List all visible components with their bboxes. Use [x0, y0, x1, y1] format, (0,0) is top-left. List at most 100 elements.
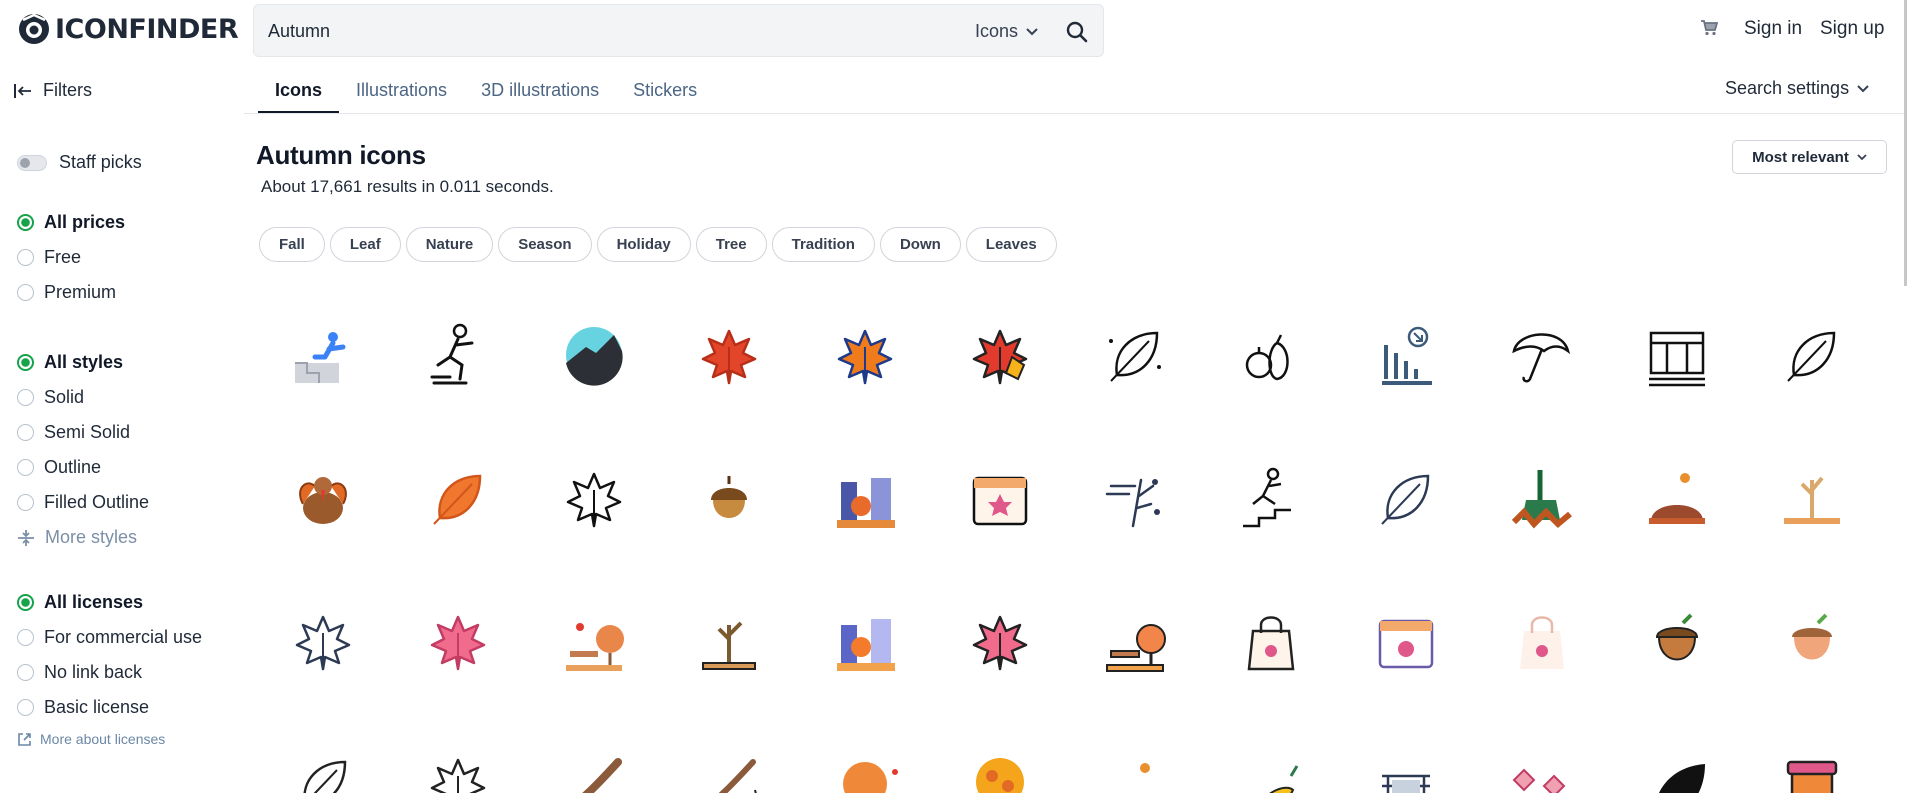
maple-outline-icon[interactable] — [420, 746, 496, 793]
hill-night-icon[interactable] — [556, 317, 632, 393]
bare-tree-ground-icon-artwork — [702, 621, 756, 670]
autumn-tree-icon-artwork — [976, 758, 1024, 793]
leaf-outline-icon[interactable] — [1774, 317, 1850, 393]
maple-leaf-outline-icon[interactable] — [556, 460, 632, 536]
search-input[interactable]: Autumn — [268, 21, 330, 42]
umbrella-rain-icon[interactable] — [1504, 317, 1580, 393]
slip-fall-icon[interactable] — [420, 317, 496, 393]
waterfall-trees-icon[interactable] — [1639, 317, 1715, 393]
search-box[interactable]: Autumn Icons — [253, 4, 1104, 57]
turkey-icon-artwork — [299, 477, 347, 524]
bridge-icon[interactable] — [1368, 746, 1444, 793]
maple-outline-icon-artwork — [430, 758, 486, 793]
maple-leaf-outline-icon-artwork — [566, 472, 622, 528]
tag-chip[interactable]: Tradition — [771, 227, 875, 262]
style-option-filled-outline[interactable]: Filled Outline — [17, 492, 149, 513]
red-maple-leaf-icon[interactable] — [691, 317, 767, 393]
autumn-calendar-icon[interactable] — [962, 460, 1038, 536]
sign-up-link[interactable]: Sign up — [1820, 18, 1884, 40]
tab-illustrations[interactable]: Illustrations — [339, 68, 464, 114]
leaf-pile-icon[interactable] — [1639, 460, 1715, 536]
orange-maple-leaf-icon[interactable] — [827, 317, 903, 393]
black-leaf-icon[interactable] — [1639, 746, 1715, 793]
tag-chip[interactable]: Leaves — [965, 227, 1057, 262]
park-bench-icon[interactable] — [556, 603, 632, 679]
tag-chip[interactable]: Holiday — [596, 227, 691, 262]
leaf-line-icon[interactable] — [1368, 460, 1444, 536]
calendar-leaf-icon[interactable] — [1368, 603, 1444, 679]
falling-stairs-icon[interactable] — [285, 317, 361, 393]
tag-chip[interactable]: Season — [498, 227, 592, 262]
search-type-dropdown[interactable]: Icons — [975, 21, 1038, 42]
search-type-label: Icons — [975, 21, 1019, 41]
windy-tree-icon[interactable] — [1097, 460, 1173, 536]
license-option-basic[interactable]: Basic license — [17, 697, 149, 718]
license-option-commercial[interactable]: For commercial use — [17, 627, 202, 648]
orange-leaf-icon[interactable] — [420, 460, 496, 536]
tab-icons[interactable]: Icons — [258, 68, 340, 114]
orange-tree-icon[interactable] — [827, 746, 903, 793]
shopping-bag-icon[interactable] — [1233, 603, 1309, 679]
staff-picks-switch[interactable] — [17, 154, 47, 171]
leaf-outline-icon[interactable] — [285, 746, 361, 793]
filters-toggle[interactable]: Filters — [13, 80, 92, 101]
pink-leaf-icon[interactable] — [962, 603, 1038, 679]
more-licenses-link[interactable]: More about licenses — [17, 731, 165, 747]
cart-button[interactable] — [1700, 19, 1719, 41]
style-option-outline[interactable]: Outline — [17, 457, 101, 478]
park-tree-icon[interactable] — [1097, 603, 1173, 679]
license-option-all[interactable]: All licenses — [17, 592, 143, 613]
autumn-leaves-icon-artwork — [972, 329, 1028, 385]
fruits-outline-icon[interactable] — [1233, 317, 1309, 393]
bag-leaf-icon-artwork — [1520, 616, 1564, 669]
tab-stickers[interactable]: Stickers — [616, 68, 714, 114]
search-settings-button[interactable]: Search settings — [1725, 78, 1869, 99]
style-option-solid[interactable]: Solid — [17, 387, 84, 408]
oak-leaf-outline-icon[interactable] — [1097, 317, 1173, 393]
stairs-slip-icon[interactable] — [1233, 460, 1309, 536]
chevron-down-icon — [1857, 153, 1867, 160]
acorn-light-icon[interactable] — [1774, 603, 1850, 679]
tag-chip[interactable]: Down — [879, 227, 961, 262]
branch-sparkle-icon[interactable] — [691, 746, 767, 793]
tab-3d-illustrations[interactable]: 3D illustrations — [464, 68, 616, 114]
license-option-no-link-back[interactable]: No link back — [17, 662, 142, 683]
radio-icon — [17, 494, 34, 511]
more-styles-link[interactable]: More styles — [17, 527, 137, 548]
city-autumn-icon-artwork — [837, 619, 895, 671]
acorn-brown-icon[interactable] — [1639, 603, 1715, 679]
bird-icon[interactable] — [1233, 746, 1309, 793]
style-option-all[interactable]: All styles — [17, 352, 123, 373]
search-button[interactable] — [1062, 17, 1092, 47]
autumn-tree-icon[interactable] — [962, 746, 1038, 793]
decline-chart-icon[interactable] — [1368, 317, 1444, 393]
leaf-pile-icon[interactable] — [1097, 746, 1173, 793]
tag-chip[interactable]: Fall — [259, 227, 325, 262]
leaf-rake-icon[interactable] — [1504, 460, 1580, 536]
price-option-label: Premium — [44, 282, 117, 302]
city-autumn-icon[interactable] — [827, 603, 903, 679]
price-option-premium[interactable]: Premium — [17, 282, 116, 303]
tag-chip[interactable]: Nature — [405, 227, 494, 262]
autumn-city-icon[interactable] — [827, 460, 903, 536]
oak-leaf-outline-icon-artwork — [1109, 331, 1161, 382]
logo[interactable]: ICONFINDER — [17, 12, 239, 46]
sort-dropdown[interactable]: Most relevant — [1732, 140, 1887, 174]
branch-icon[interactable] — [556, 746, 632, 793]
acorn-icon[interactable] — [691, 460, 767, 536]
tag-chip[interactable]: Leaf — [329, 227, 401, 262]
pink-leaves-icon[interactable] — [1504, 746, 1580, 793]
bare-tree-ground-icon[interactable] — [691, 603, 767, 679]
sign-in-link[interactable]: Sign in — [1744, 18, 1802, 40]
jam-jar-icon[interactable] — [1774, 746, 1850, 793]
turkey-icon[interactable] — [285, 460, 361, 536]
style-option-semi-solid[interactable]: Semi Solid — [17, 422, 130, 443]
tag-chip[interactable]: Tree — [695, 227, 767, 262]
pink-maple-leaf-icon[interactable] — [420, 603, 496, 679]
maple-leaf-line-icon[interactable] — [285, 603, 361, 679]
bag-leaf-icon[interactable] — [1504, 603, 1580, 679]
price-option-free[interactable]: Free — [17, 247, 81, 268]
bare-tree-icon[interactable] — [1774, 460, 1850, 536]
price-option-all[interactable]: All prices — [17, 212, 125, 233]
autumn-leaves-icon[interactable] — [962, 317, 1038, 393]
